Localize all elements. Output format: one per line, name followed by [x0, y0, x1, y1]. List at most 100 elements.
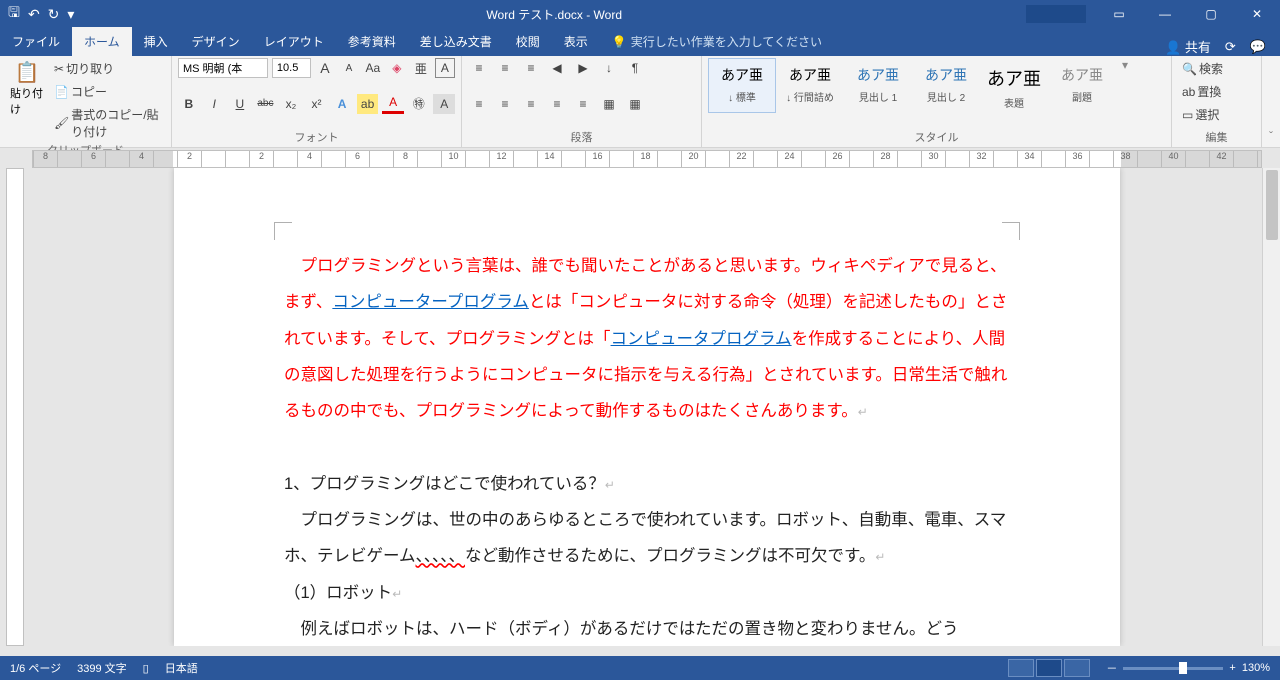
- shading-button[interactable]: ▦: [598, 94, 620, 114]
- tab-design[interactable]: デザイン: [180, 27, 252, 56]
- change-case-button[interactable]: Aa: [363, 58, 383, 78]
- subscript-button[interactable]: x₂: [280, 94, 302, 114]
- redo-icon[interactable]: ↻: [48, 6, 60, 23]
- grow-font-button[interactable]: A: [315, 58, 335, 78]
- maximize-icon[interactable]: ▢: [1188, 0, 1234, 28]
- tab-insert[interactable]: 挿入: [132, 27, 180, 56]
- style-normal[interactable]: あア亜↓ 標準: [708, 58, 776, 113]
- font-size-select[interactable]: 10.5: [272, 58, 311, 78]
- font-family-select[interactable]: MS 明朝 (本: [178, 58, 268, 78]
- char-shading-button[interactable]: A: [433, 94, 455, 114]
- tab-references[interactable]: 参考資料: [336, 27, 408, 56]
- horizontal-ruler[interactable]: 8642246810121416182022242628303234363840…: [32, 150, 1262, 168]
- align-center-button[interactable]: ≡: [494, 94, 516, 114]
- copy-button[interactable]: 📄コピー: [50, 81, 165, 102]
- zoom-out-button[interactable]: －: [1106, 660, 1117, 676]
- increase-indent-button[interactable]: ▶: [572, 58, 594, 78]
- undo-icon[interactable]: ↶: [28, 6, 40, 23]
- line-spacing-button[interactable]: ≡: [572, 94, 594, 114]
- style-subtitle[interactable]: あア亜副題: [1048, 58, 1116, 113]
- comment-icon[interactable]: 💬: [1250, 39, 1266, 55]
- show-marks-button[interactable]: ¶: [624, 58, 646, 78]
- paragraph-3[interactable]: 例えばロボットは、ハード（ボディ）があるだけではただの置き物と変わりません。どう: [284, 611, 1010, 646]
- select-button[interactable]: ▭選択: [1178, 104, 1255, 125]
- bullets-button[interactable]: ≡: [468, 58, 490, 78]
- paste-button[interactable]: 📋 貼り付け: [6, 58, 48, 142]
- ribbon-collapse-icon[interactable]: ˇ: [1262, 125, 1280, 147]
- font-color-button[interactable]: A: [382, 94, 404, 114]
- shrink-font-button[interactable]: A: [339, 58, 359, 78]
- minimize-icon[interactable]: —: [1142, 0, 1188, 28]
- heading-1[interactable]: 1、プログラミングはどこで使われている？↵: [284, 466, 1010, 502]
- document-scroll[interactable]: プログラミングという言葉は、誰でも聞いたことがあると思います。ウィキペディアで見…: [32, 168, 1262, 646]
- align-left-button[interactable]: ≡: [468, 94, 490, 114]
- print-layout-button[interactable]: [1036, 659, 1062, 677]
- borders-button[interactable]: ▦: [624, 94, 646, 114]
- italic-button[interactable]: I: [204, 94, 226, 114]
- proofing-icon[interactable]: ▯: [143, 662, 149, 675]
- bold-button[interactable]: B: [178, 94, 200, 114]
- find-button[interactable]: 🔍検索: [1178, 58, 1255, 79]
- document-body[interactable]: プログラミングという言葉は、誰でも聞いたことがあると思います。ウィキペディアで見…: [284, 248, 1010, 646]
- strike-button[interactable]: abc: [255, 94, 277, 114]
- tab-review[interactable]: 校閲: [504, 27, 552, 56]
- tell-me[interactable]: 💡 実行したい作業を入力してください: [600, 27, 1165, 56]
- save-icon[interactable]: 🖫: [8, 2, 20, 26]
- styles-more-icon[interactable]: ▾: [1116, 58, 1134, 113]
- cut-button[interactable]: ✂切り取り: [50, 58, 165, 79]
- numbering-button[interactable]: ≡: [494, 58, 516, 78]
- paragraph-1[interactable]: プログラミングという言葉は、誰でも聞いたことがあると思います。ウィキペディアで見…: [284, 248, 1010, 429]
- highlight-button[interactable]: ab: [357, 94, 379, 114]
- sort-button[interactable]: ↓: [598, 58, 620, 78]
- paragraph-2[interactable]: プログラミングは、世の中のあらゆるところで使われています。ロボット、自動車、電車…: [284, 502, 1010, 575]
- page[interactable]: プログラミングという言葉は、誰でも聞いたことがあると思います。ウィキペディアで見…: [174, 168, 1120, 646]
- page-count[interactable]: 1/6 ページ: [10, 660, 61, 676]
- style-heading2[interactable]: あア亜見出し 2: [912, 58, 980, 113]
- zoom-slider-thumb[interactable]: [1179, 662, 1187, 674]
- style-title[interactable]: あア亜表題: [980, 58, 1048, 113]
- blank-line[interactable]: [284, 429, 1010, 465]
- user-account[interactable]: [1026, 5, 1086, 23]
- vertical-scrollbar[interactable]: [1262, 168, 1280, 646]
- language-status[interactable]: 日本語: [165, 660, 198, 676]
- format-painter-button[interactable]: 🖌書式のコピー/貼り付け: [50, 104, 165, 142]
- style-nospacing[interactable]: あア亜↓ 行間詰め: [776, 58, 844, 113]
- close-icon[interactable]: ✕: [1234, 0, 1280, 28]
- char-border-button[interactable]: A: [435, 58, 455, 78]
- tab-home[interactable]: ホーム: [72, 27, 132, 56]
- heading-2[interactable]: （1）ロボット↵: [284, 575, 1010, 611]
- link-computer-program[interactable]: コンピュータープログラム: [332, 293, 529, 311]
- qat-dropdown-icon[interactable]: ▾: [67, 6, 74, 23]
- decrease-indent-button[interactable]: ◀: [546, 58, 568, 78]
- ribbon-options-icon[interactable]: ▭: [1096, 0, 1142, 28]
- style-heading1[interactable]: あア亜見出し 1: [844, 58, 912, 113]
- superscript-button[interactable]: x²: [306, 94, 328, 114]
- clear-format-button[interactable]: ◈: [387, 58, 407, 78]
- enclose-char-button[interactable]: ㊕: [408, 94, 430, 114]
- zoom-slider[interactable]: [1123, 667, 1223, 670]
- tab-mailings[interactable]: 差し込み文書: [408, 27, 504, 56]
- share-icon[interactable]: 👤 共有: [1165, 37, 1211, 56]
- replace-button[interactable]: ab置換: [1178, 81, 1255, 102]
- tab-layout[interactable]: レイアウト: [252, 27, 336, 56]
- spelling-error[interactable]: 、、、、、: [416, 547, 466, 565]
- word-count[interactable]: 3399 文字: [77, 660, 127, 676]
- phonetic-button[interactable]: 亜: [411, 58, 431, 78]
- read-mode-button[interactable]: [1008, 659, 1034, 677]
- styles-gallery[interactable]: あア亜↓ 標準 あア亜↓ 行間詰め あア亜見出し 1 あア亜見出し 2 あア亜表…: [708, 58, 1165, 113]
- scissors-icon: ✂: [54, 62, 64, 76]
- scrollbar-thumb[interactable]: [1266, 170, 1278, 240]
- justify-button[interactable]: ≡: [546, 94, 568, 114]
- link-computer-program-2[interactable]: コンピュータプログラム: [611, 330, 792, 348]
- tab-view[interactable]: 表示: [552, 27, 600, 56]
- web-layout-button[interactable]: [1064, 659, 1090, 677]
- vertical-ruler[interactable]: [0, 168, 32, 646]
- text-effects-button[interactable]: A: [331, 94, 353, 114]
- multilevel-button[interactable]: ≡: [520, 58, 542, 78]
- tab-file[interactable]: ファイル: [0, 27, 72, 56]
- zoom-in-button[interactable]: +: [1229, 662, 1235, 674]
- zoom-level[interactable]: 130%: [1242, 662, 1270, 674]
- underline-button[interactable]: U: [229, 94, 251, 114]
- history-icon[interactable]: ⟳: [1225, 39, 1236, 55]
- align-right-button[interactable]: ≡: [520, 94, 542, 114]
